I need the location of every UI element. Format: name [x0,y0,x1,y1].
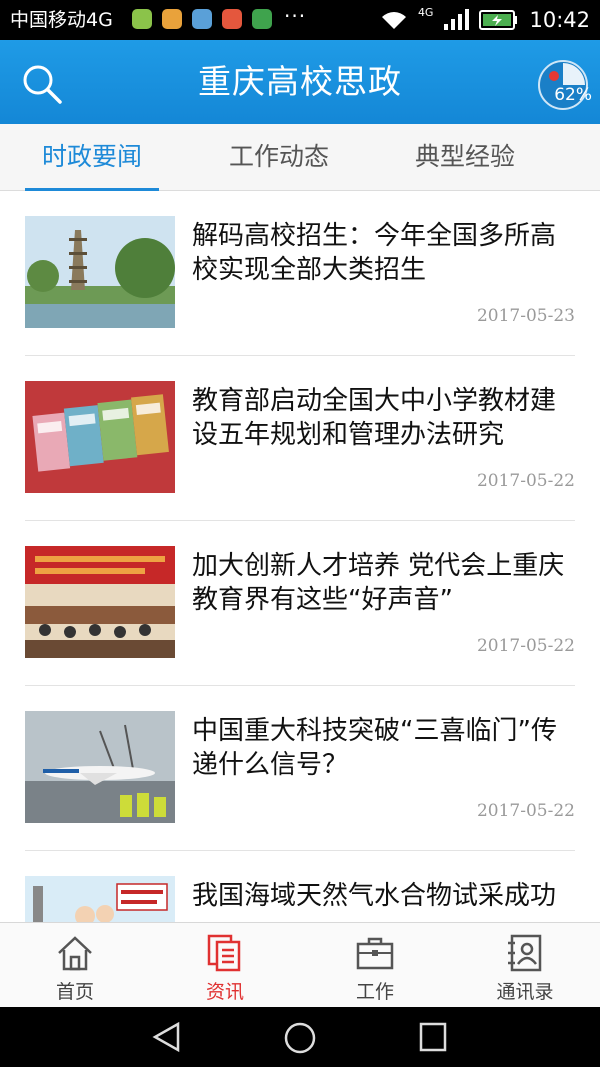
notification-app-icon [162,9,182,29]
news-list: 解码高校招生：今年全国多所高校实现全部大类招生 2017-05-23 教育部启动… [0,191,600,922]
nav-label: 工作 [355,981,394,1003]
nav-work[interactable]: 工作 [300,923,450,1008]
news-thumbnail [25,711,175,823]
wifi-icon [381,12,406,29]
tab-label: 工作动态 [228,142,329,171]
nav-home[interactable]: 首页 [0,923,150,1008]
briefcase-icon [356,937,394,970]
nav-label: 通讯录 [496,981,554,1003]
network-type-label: 4G [417,5,434,19]
home-icon [58,936,92,971]
news-item[interactable]: 我国海域天然气水合物试采成功 [25,851,575,922]
carrier-label: 中国移动4G [10,9,113,31]
news-date: 2017-05-23 [476,306,575,326]
news-headline: 加大创新人才培养 党代会上重庆教育界有这些“好声音” [192,551,565,615]
system-navigation-bar [0,1007,600,1067]
news-headline: 教育部启动全国大中小学教材建设五年规划和管理办法研究 [192,386,557,450]
bottom-navigation: 首页 资讯 工作 通讯录 [0,922,600,1008]
tab-label: 典型经验 [414,142,515,171]
recent-apps-icon[interactable] [418,1021,448,1053]
category-tabs: 时政要闻 工作动态 典型经验 [0,124,600,191]
battery-charging-icon [479,10,518,30]
nav-label: 首页 [55,981,94,1003]
tab-label: 时政要闻 [41,142,142,171]
nav-contacts[interactable]: 通讯录 [450,923,600,1008]
news-item[interactable]: 教育部启动全国大中小学教材建设五年规划和管理办法研究 2017-05-22 [25,356,575,521]
nav-label: 资讯 [205,981,244,1003]
news-item[interactable]: 加大创新人才培养 党代会上重庆教育界有这些“好声音” 2017-05-22 [25,521,575,686]
contacts-icon [508,934,542,972]
news-thumbnail [25,546,175,658]
page-title: 重庆高校思政 [198,62,402,101]
news-date: 2017-05-22 [476,636,575,656]
memory-percent: 62% [554,85,592,105]
status-bar: 中国移动4G ··· 4G 10:42 [0,0,600,40]
clock: 10:42 [529,8,590,32]
nav-news[interactable]: 资讯 [150,923,300,1008]
news-headline: 我国海域天然气水合物试采成功 [192,881,557,911]
back-icon[interactable] [150,1021,184,1053]
home-circle-icon[interactable] [283,1021,317,1055]
notification-icons [132,9,272,29]
news-date: 2017-05-22 [476,801,575,821]
news-headline: 解码高校招生：今年全国多所高校实现全部大类招生 [192,221,557,285]
app-header: 重庆高校思政 62% [0,40,600,124]
news-item[interactable]: 解码高校招生：今年全国多所高校实现全部大类招生 2017-05-23 [25,191,575,356]
news-date: 2017-05-22 [476,471,575,491]
news-headline: 中国重大科技突破“三喜临门”传递什么信号？ [192,716,557,780]
notification-app-icon [222,9,242,29]
notification-app-icon [192,9,212,29]
notification-app-icon [132,9,152,29]
tab-politics-news[interactable]: 时政要闻 [25,124,159,191]
news-thumbnail [25,381,175,493]
news-icon [207,934,241,972]
news-item[interactable]: 中国重大科技突破“三喜临门”传递什么信号？ 2017-05-22 [25,686,575,851]
tab-work-updates[interactable]: 工作动态 [212,124,346,190]
news-thumbnail [25,216,175,328]
notification-app-icon [252,9,272,29]
signal-icon [444,9,470,30]
more-notifications-icon: ··· [284,4,307,28]
news-thumbnail [25,876,175,922]
tab-typical-experience[interactable]: 典型经验 [398,124,532,190]
